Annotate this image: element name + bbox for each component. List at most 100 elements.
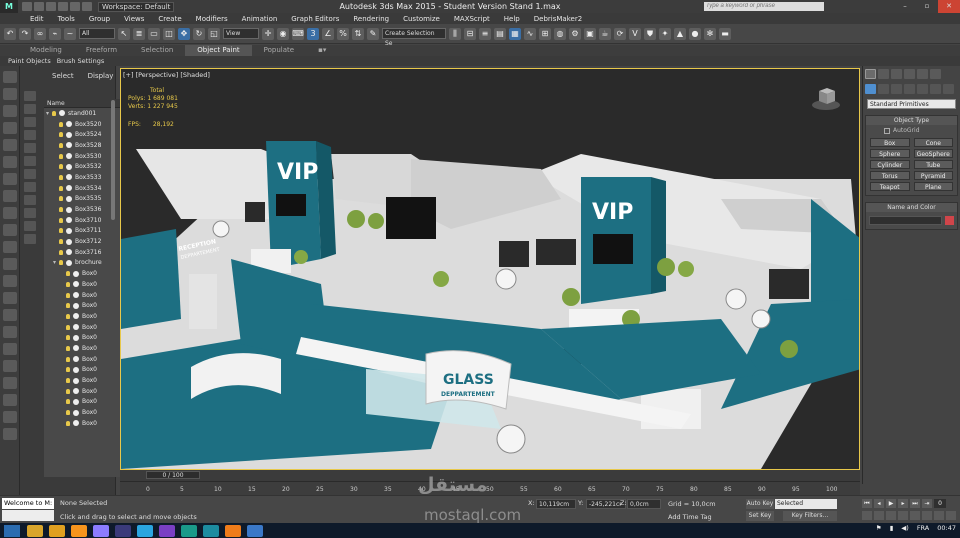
visibility-icon[interactable] (73, 302, 79, 309)
object-type-header[interactable]: Object Type (866, 116, 957, 125)
helper-filter-icon[interactable] (3, 173, 17, 185)
filter-geometry-icon[interactable] (24, 91, 36, 101)
zoom-extents-icon[interactable] (886, 511, 896, 520)
pyramid-button[interactable]: Pyramid (913, 171, 953, 180)
illustrator-taskbar-icon[interactable] (71, 524, 87, 537)
scene-explorer-icon[interactable]: ▦ (509, 27, 521, 40)
3dsmax-taskbar-icon[interactable] (203, 524, 219, 537)
menu-graph-editors[interactable]: Graph Editors (291, 15, 339, 23)
visibility-icon[interactable] (66, 185, 72, 192)
camera-filter-icon[interactable] (3, 156, 17, 168)
cameras-category-icon[interactable] (904, 84, 915, 94)
keyboard-shortcut-icon[interactable]: ⌨ (292, 27, 304, 40)
visibility-icon[interactable] (73, 292, 79, 299)
vray-icon[interactable]: V (629, 27, 641, 40)
time-slider[interactable]: 0 / 100 (146, 471, 200, 479)
render-production-icon[interactable]: ☕ (599, 27, 611, 40)
vray-plane-icon[interactable]: ▬ (719, 27, 731, 40)
menu-help[interactable]: Help (504, 15, 520, 23)
previous-frame-icon[interactable]: ◂ (874, 499, 884, 508)
visibility-icon[interactable] (66, 249, 72, 256)
current-frame-field[interactable]: 0 (934, 499, 946, 508)
menu-modifiers[interactable]: Modifiers (196, 15, 228, 23)
torus-button[interactable]: Torus (870, 171, 910, 180)
key-selection-dropdown[interactable]: Selected (775, 499, 837, 509)
undo-icon[interactable] (58, 2, 68, 11)
vlc-taskbar-icon[interactable] (225, 524, 241, 537)
visibility-icon[interactable] (73, 398, 79, 405)
viewcube-icon[interactable] (811, 85, 841, 111)
light-bulb-icon[interactable] (59, 142, 63, 148)
teapot-button[interactable]: Teapot (870, 182, 910, 191)
unlink-icon[interactable]: ⌁ (49, 27, 61, 40)
perspective-viewport[interactable]: GLASS DEPPARTEMENT VIP VIP RECEPTION DEP… (120, 68, 860, 470)
align-icon[interactable]: ⊟ (464, 27, 476, 40)
visibility-icon[interactable] (73, 420, 79, 427)
helpers-category-icon[interactable] (917, 84, 928, 94)
app-logo-icon[interactable]: M (0, 0, 18, 13)
visibility-icon[interactable] (73, 324, 79, 331)
visibility-icon[interactable] (66, 227, 72, 234)
visibility-icon[interactable] (73, 270, 79, 277)
light-bulb-icon[interactable] (66, 335, 70, 341)
visibility-icon[interactable] (66, 174, 72, 181)
light-bulb-icon[interactable] (66, 378, 70, 384)
z-coordinate-field[interactable]: 0,0cm (627, 499, 661, 509)
menu-views[interactable]: Views (124, 15, 144, 23)
maxscript-output[interactable] (2, 510, 54, 521)
close-icon[interactable]: ✕ (938, 0, 960, 13)
after-effects-taskbar-icon[interactable] (93, 524, 109, 537)
rect-selection-icon[interactable]: ▭ (148, 27, 160, 40)
go-to-end-icon[interactable]: ⏭ (910, 499, 920, 508)
filter-frozen-icon[interactable] (24, 221, 36, 231)
tab-object-paint[interactable]: Object Paint (185, 45, 252, 56)
bone-filter-icon[interactable] (3, 241, 17, 253)
box-button[interactable]: Box (870, 138, 910, 147)
filter-warps-icon[interactable] (24, 156, 36, 166)
material-editor-icon[interactable]: ◍ (554, 27, 566, 40)
light-bulb-icon[interactable] (66, 303, 70, 309)
explorer-tool-icon[interactable] (3, 105, 17, 117)
mirror-icon[interactable]: ⫼ (449, 27, 461, 40)
none-filter-icon[interactable] (3, 309, 17, 321)
media-encoder-taskbar-icon[interactable] (115, 524, 131, 537)
other-taskbar-icon[interactable] (247, 524, 263, 537)
light-bulb-icon[interactable] (3, 411, 17, 423)
layer-explorer-icon[interactable]: ≡ (479, 27, 491, 40)
menu-rendering[interactable]: Rendering (353, 15, 389, 23)
curve-editor-icon[interactable]: ∿ (524, 27, 536, 40)
tab-modeling[interactable]: Modeling (18, 45, 74, 56)
select-by-name-icon[interactable]: ≣ (133, 27, 145, 40)
material-filter-icon[interactable] (3, 394, 17, 406)
visibility-icon[interactable] (66, 121, 72, 128)
menu-group[interactable]: Group (89, 15, 110, 23)
tube-button[interactable]: Tube (913, 160, 953, 169)
geometry-filter-icon[interactable] (3, 275, 17, 287)
tray-volume-icon[interactable]: ◀) (901, 524, 909, 532)
select-tool-icon[interactable] (3, 71, 17, 83)
toggle-ribbon-icon[interactable]: ▤ (494, 27, 506, 40)
play-icon[interactable]: ▶ (886, 499, 896, 508)
vray-proxy-icon[interactable]: ▲ (674, 27, 686, 40)
light-bulb-icon[interactable] (59, 153, 63, 159)
plane-button[interactable]: Plane (913, 182, 953, 191)
tab-freeform[interactable]: Freeform (74, 45, 129, 56)
link-icon[interactable]: ∞ (34, 27, 46, 40)
filter-groups-icon[interactable] (24, 169, 36, 179)
bind-spacewarp-icon[interactable]: ~ (64, 27, 76, 40)
workspace-dropdown[interactable]: Workspace: Default (98, 1, 175, 12)
menu-create[interactable]: Create (158, 15, 181, 23)
primitive-type-dropdown[interactable]: Standard Primitives (867, 99, 956, 109)
filter-bones-icon[interactable] (24, 195, 36, 205)
auto-key-button[interactable]: Auto Key (746, 499, 774, 509)
spacewarp-filter-icon[interactable] (3, 190, 17, 202)
maxscript-listener[interactable]: Welcome to M: (2, 498, 54, 509)
edit-named-selection-icon[interactable]: ✎ (367, 27, 379, 40)
globe-icon[interactable] (3, 428, 17, 440)
redo-icon[interactable] (70, 2, 80, 11)
visibility-icon[interactable] (59, 110, 65, 117)
select-and-move-icon[interactable]: ✥ (178, 27, 190, 40)
display-tool-icon[interactable] (3, 88, 17, 100)
zoom-icon[interactable] (862, 511, 872, 520)
create-tab-icon[interactable] (865, 69, 876, 79)
